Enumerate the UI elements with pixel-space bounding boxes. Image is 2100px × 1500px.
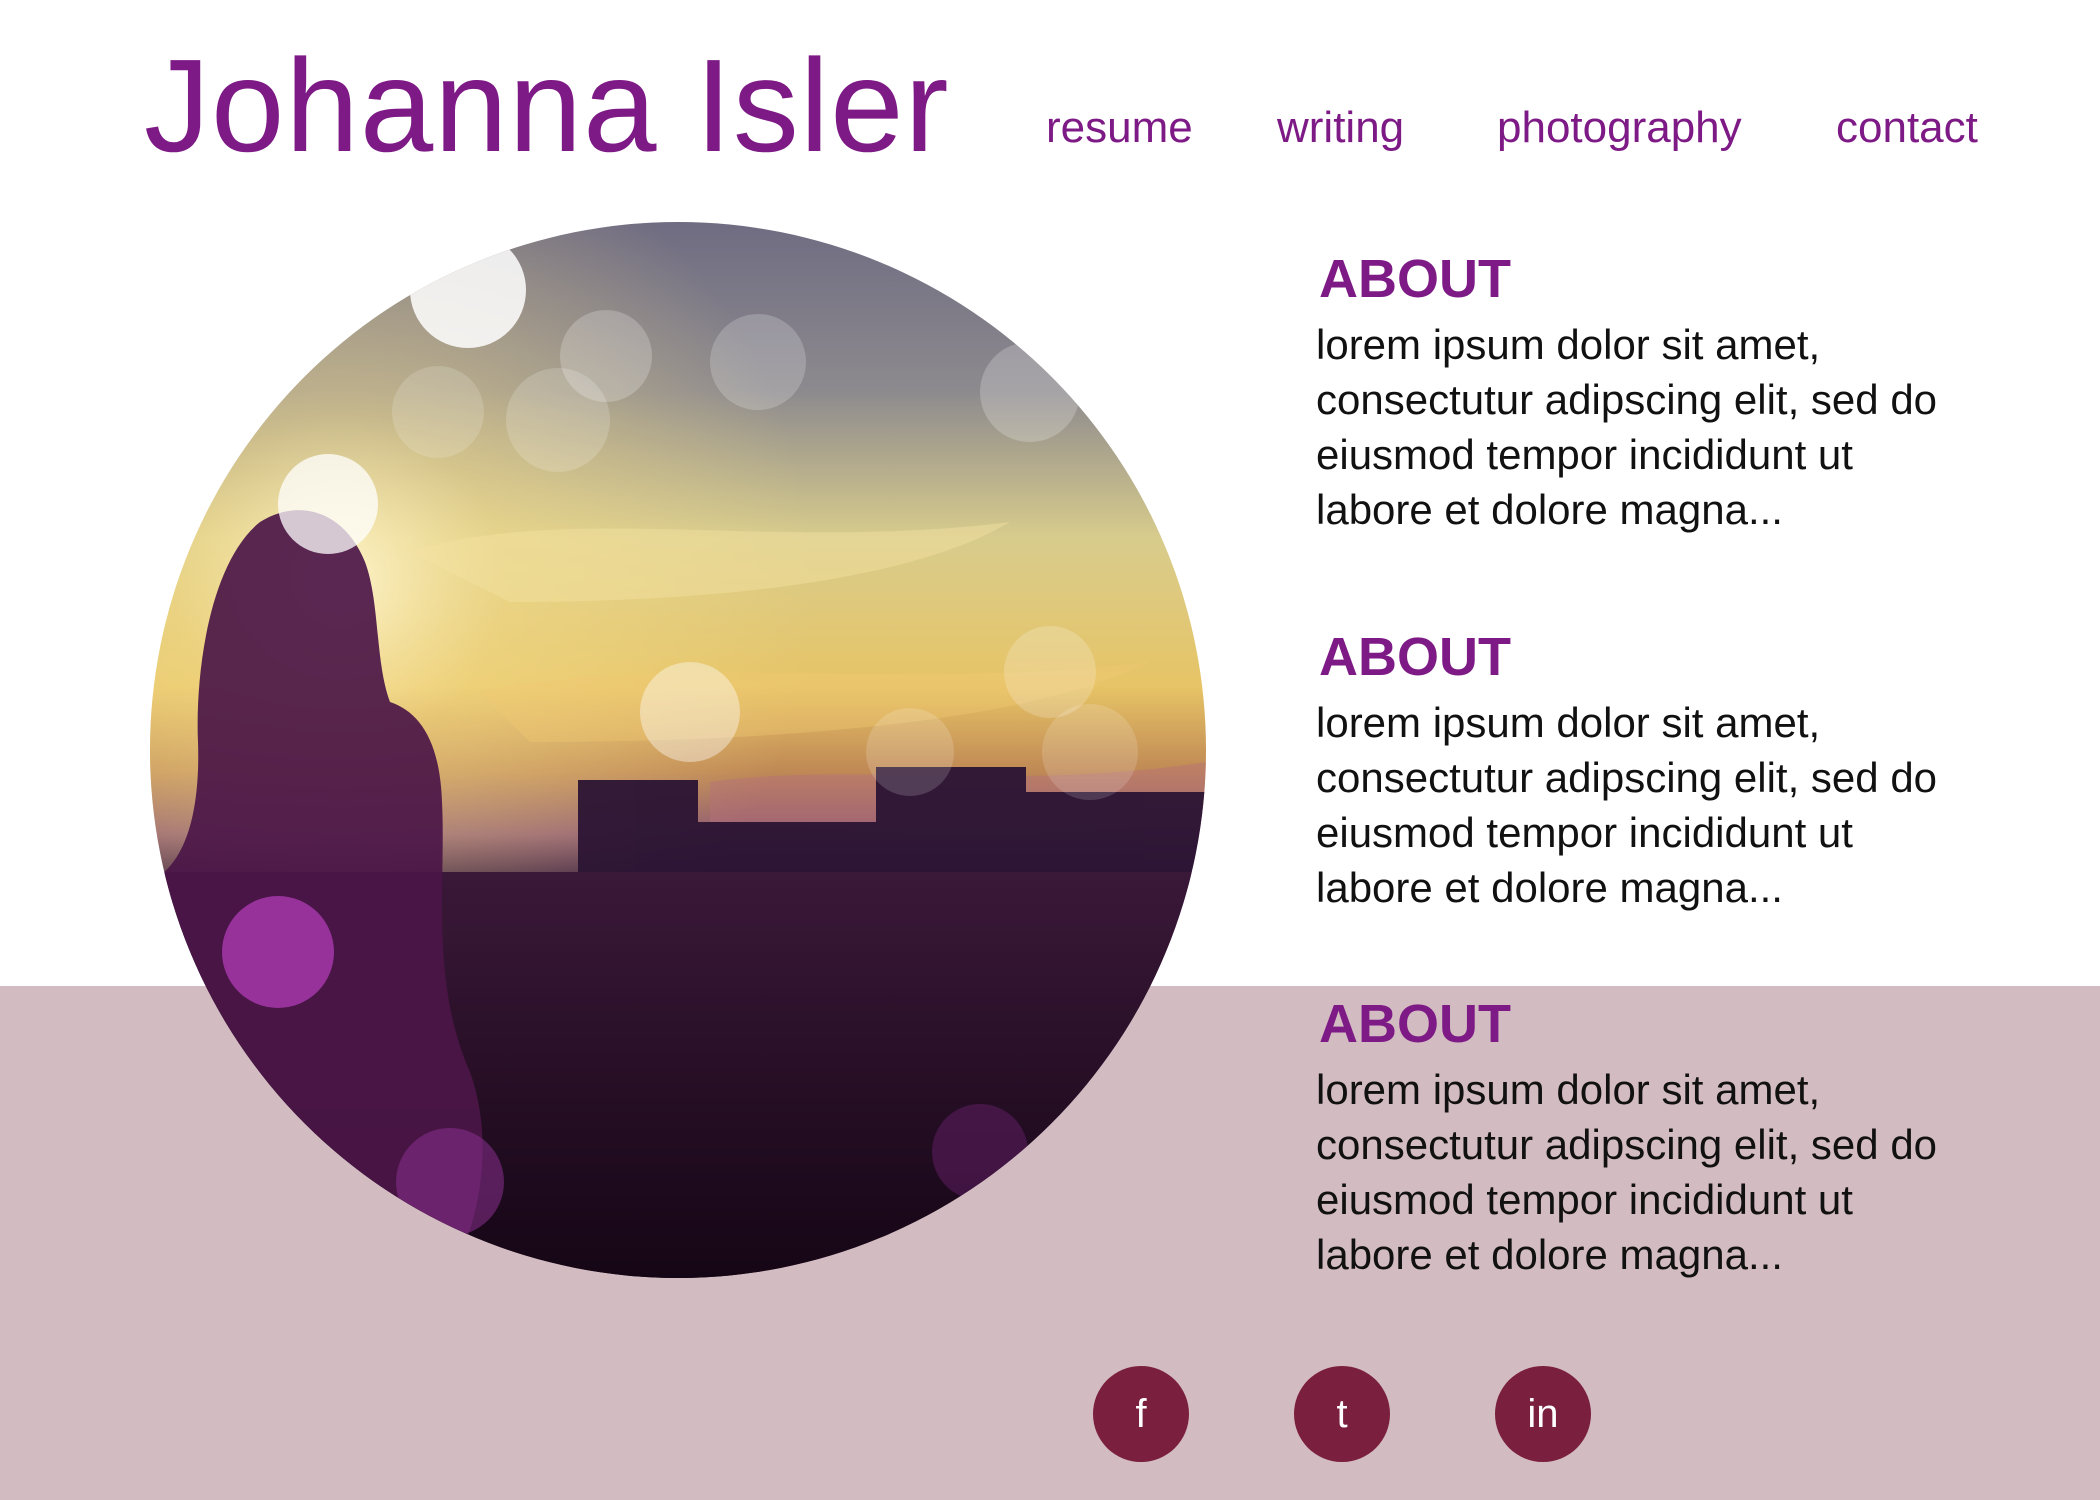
about-body-2: lorem ipsum dolor sit amet, consectutur … [1316, 699, 1938, 912]
nav-resume-link[interactable]: resume [1046, 106, 1193, 150]
about-section-1: ABOUT lorem ipsum dolor sit amet, consec… [1316, 249, 1956, 537]
about-section-3: ABOUT lorem ipsum dolor sit amet, consec… [1316, 994, 1956, 1282]
concert-sunset-photo [150, 222, 1206, 1278]
about-heading-2: ABOUT [1319, 627, 1511, 687]
twitter-icon[interactable]: t [1294, 1366, 1390, 1462]
about-section-2: ABOUT lorem ipsum dolor sit amet, consec… [1316, 627, 1956, 915]
facebook-icon[interactable]: f [1093, 1366, 1189, 1462]
profile-photo [150, 222, 1206, 1278]
nav-photography-link[interactable]: photography [1497, 106, 1742, 150]
nav-contact-link[interactable]: contact [1836, 106, 1978, 150]
site-title: Johanna Isler [144, 32, 950, 179]
about-heading-1: ABOUT [1319, 249, 1511, 309]
about-body-1: lorem ipsum dolor sit amet, consectutur … [1316, 321, 1938, 534]
about-heading-3: ABOUT [1319, 994, 1511, 1054]
about-body-3: lorem ipsum dolor sit amet, consectutur … [1316, 1066, 1938, 1279]
linkedin-icon[interactable]: in [1495, 1366, 1591, 1462]
nav-writing-link[interactable]: writing [1277, 106, 1404, 150]
